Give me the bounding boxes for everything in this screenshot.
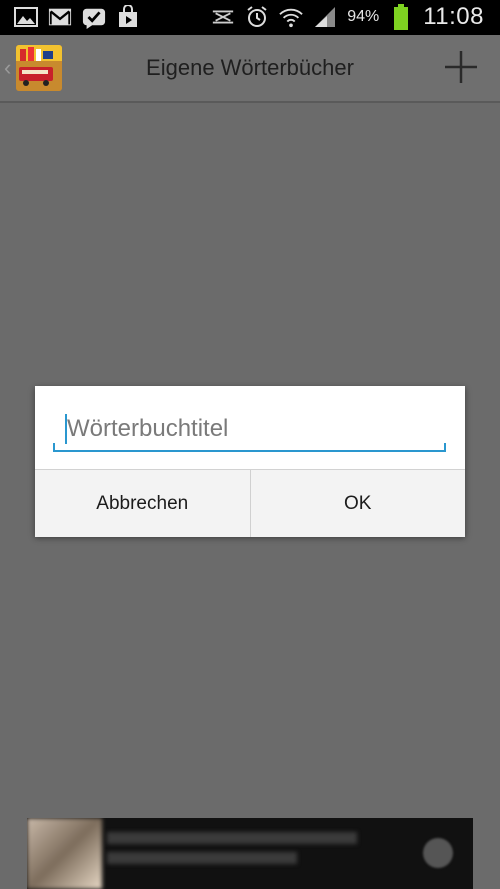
- battery-icon: [389, 4, 413, 30]
- wifi-icon: [279, 5, 303, 29]
- status-bar: 94% 11:08: [0, 0, 500, 35]
- notification-icons: [14, 5, 140, 30]
- signal-icon: [313, 5, 337, 29]
- ad-text-line: [107, 832, 357, 844]
- add-dictionary-button[interactable]: [444, 50, 478, 84]
- clock: 11:08: [423, 3, 484, 30]
- play-store-icon: [116, 5, 140, 29]
- app-bar: ‹ Eigene Wörterbücher: [0, 35, 500, 103]
- gmail-icon: [48, 5, 72, 29]
- gallery-icon: [14, 5, 38, 29]
- battery-percent: 94%: [347, 8, 380, 25]
- new-dictionary-dialog: Abbrechen OK: [35, 386, 465, 537]
- dialog-buttons: Abbrechen OK: [35, 469, 465, 537]
- alarm-icon: [245, 5, 269, 29]
- system-icons: 94% 11:08: [211, 3, 484, 31]
- cancel-button[interactable]: Abbrechen: [35, 470, 251, 537]
- ad-text-line: [107, 852, 297, 864]
- page-title: Eigene Wörterbücher: [146, 55, 354, 80]
- dictionary-title-input[interactable]: [65, 408, 439, 450]
- nfc-icon: [211, 5, 235, 29]
- check-icon: [82, 5, 106, 30]
- dictionary-title-field[interactable]: [53, 408, 446, 452]
- ad-banner[interactable]: [27, 818, 473, 889]
- ad-action-icon: [423, 838, 453, 868]
- ad-image: [27, 818, 102, 889]
- ok-button[interactable]: OK: [251, 470, 466, 537]
- plus-icon: [445, 51, 477, 83]
